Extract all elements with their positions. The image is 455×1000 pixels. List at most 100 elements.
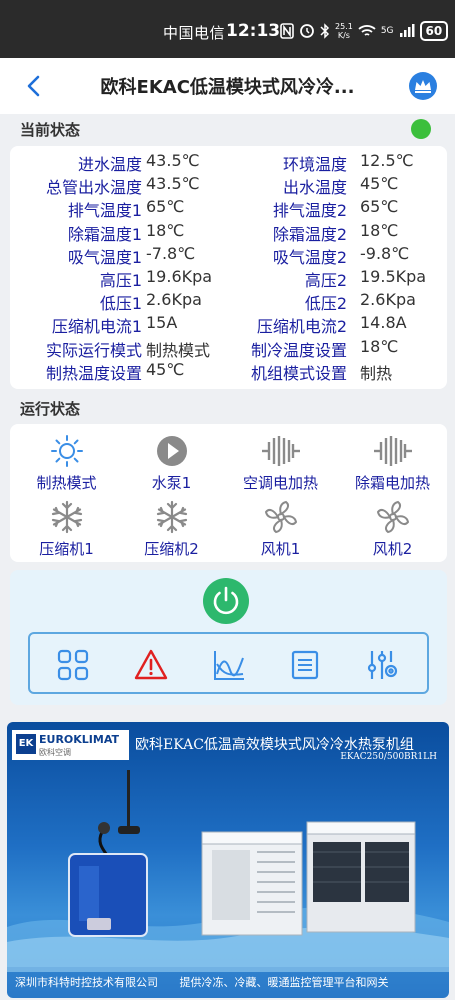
wifi-icon [358,25,376,36]
battery-indicator: 60 [419,21,449,41]
status-value: 65℃ [360,197,399,217]
status-label: 制冷温度设置 [250,340,347,360]
network-speed: 25.1 K/s [335,22,353,40]
status-value: 45℃ [146,359,185,379]
status-row: 进水温度 43.5℃ 环境温度 12.5℃ [10,151,447,174]
run-item-label: 除霜电加热 [354,474,430,492]
status-label: 压缩机电流2 [256,317,347,337]
banner-company: 深圳市科特时控技术有限公司 [15,976,158,989]
status-value: 45℃ [360,174,399,194]
current-status-heading: 当前状态 [20,121,81,139]
back-arrow-icon[interactable] [22,72,48,100]
run-item-label: 压缩机2 [144,540,199,558]
status-row: 压缩机电流1 15A 压缩机电流2 14.8A [10,313,447,336]
status-label: 高压1 [99,271,142,290]
status-value: 18℃ [146,220,185,240]
banner-footer: 深圳市科特时控技术有限公司 提供冷冻、冷藏、暖通监控管理平台和网关 [15,974,389,990]
run-item: 风机1 [228,500,333,560]
status-row: 高压1 19.6Kpa 高压2 19.5Kpa [10,267,447,290]
run-item-label: 制热模式 [36,474,97,492]
run-item-label: 风机2 [372,540,413,558]
run-item-label: 风机1 [260,540,301,558]
status-value: 15A [146,313,178,333]
grid-icon[interactable] [56,648,90,682]
status-label: 除霜温度1 [67,224,142,244]
current-status-panel: 进水温度 43.5℃ 环境温度 12.5℃ 总管出水温度 43.5℃ 出水温度 45℃ 排气温度… [10,146,447,389]
product-banner: EK EUROKLIMAT 欧科空调 欧科EKAC低温高效模块式风冷冷水热泵机组… [7,722,449,998]
run-item: 空调电加热 [228,434,333,494]
sun-icon [14,434,119,468]
snowflake-icon [119,500,224,534]
status-row: 除霜温度1 18℃ 除霜温度2 18℃ [10,221,447,244]
speed-value: 25.1 [335,22,353,31]
status-value: 12.5℃ [360,151,414,170]
run-status-heading: 运行状态 [20,400,81,418]
status-value: 18℃ [360,220,399,240]
app-header: 欧科EKAC低温模块式风冷冷... [0,58,455,114]
fan-icon [228,500,333,534]
pump-icon [119,434,224,468]
status-value: 19.5Kpa [360,267,427,286]
status-value: 制热 [360,363,393,383]
status-row: 排气温度1 65℃ 排气温度2 65℃ [10,197,447,220]
status-label: 低压1 [99,294,142,314]
settings-icon[interactable] [365,648,399,682]
status-value: 19.6Kpa [146,267,213,286]
status-label: 低压2 [304,294,347,314]
status-row: 总管出水温度 43.5℃ 出水温度 45℃ [10,174,447,197]
status-row: 实际运行模式 制热模式 制冷温度设置 18℃ [10,337,447,360]
status-label: 出水温度 [282,178,347,198]
clock: 12:13 [226,21,281,41]
status-value: 18℃ [360,336,399,356]
status-value: -7.8℃ [146,243,196,263]
status-value: 制热模式 [146,340,211,360]
status-label: 排气温度1 [67,201,142,221]
status-value: 43.5℃ [146,151,200,170]
status-label: 制热温度设置 [45,363,142,383]
status-label: 高压2 [304,271,347,290]
page-title: 欧科EKAC低温模块式风冷冷... [100,77,355,98]
function-toolbar [28,632,429,694]
run-item: 风机2 [340,500,445,560]
bluetooth-icon [320,23,330,39]
status-value: 2.6Kpa [360,290,416,310]
status-label: 吸气温度2 [272,247,347,267]
status-label: 进水温度 [77,155,142,174]
run-item: 压缩机2 [119,500,224,560]
banner-slogan: 提供冷冻、冷藏、暖通监控管理平台和网关 [179,976,389,989]
list-icon[interactable] [288,648,322,682]
alarm-icon[interactable] [134,648,168,682]
power-button[interactable] [203,578,249,624]
run-item: 制热模式 [14,434,119,494]
snowflake-icon [14,500,119,534]
run-item-label: 水泵1 [151,474,192,492]
heater-icon [340,434,445,468]
status-label: 除霜温度2 [272,224,347,244]
network-type: 5G [380,26,394,36]
run-status-panel: 制热模式 水泵1 空调电加热 除霜电加热压缩机1 压缩机2 风机1 风机2 [10,424,447,562]
run-item: 压缩机1 [14,500,119,560]
status-row: 制热温度设置 45℃ 机组模式设置 制热 [10,360,447,383]
fan-icon [340,500,445,534]
system-status-bar: 中国电信 12:13 25.1 K/s 5G 60 [0,0,455,58]
status-label: 吸气温度1 [67,247,142,267]
chart-icon[interactable] [212,648,246,682]
status-label: 压缩机电流1 [51,317,142,337]
power-icon [213,586,239,615]
carrier-label: 中国电信 [163,24,226,42]
status-value: -9.8℃ [360,243,410,263]
status-row: 低压1 2.6Kpa 低压2 2.6Kpa [10,290,447,313]
status-label: 排气温度2 [272,201,347,221]
nfc-icon [280,23,294,39]
status-label: 环境温度 [282,155,347,174]
status-icons: 25.1 K/s 5G 60 [280,20,449,42]
status-label: 总管出水温度 [45,178,142,198]
status-label: 机组模式设置 [250,363,347,383]
status-value: 2.6Kpa [146,290,202,310]
run-item: 除霜电加热 [340,434,445,494]
run-item-label: 空调电加热 [242,474,318,492]
run-item: 水泵1 [119,434,224,494]
crown-icon[interactable] [409,72,437,100]
status-value: 43.5℃ [146,174,200,194]
status-row: 吸气温度1 -7.8℃ 吸气温度2 -9.8℃ [10,244,447,267]
